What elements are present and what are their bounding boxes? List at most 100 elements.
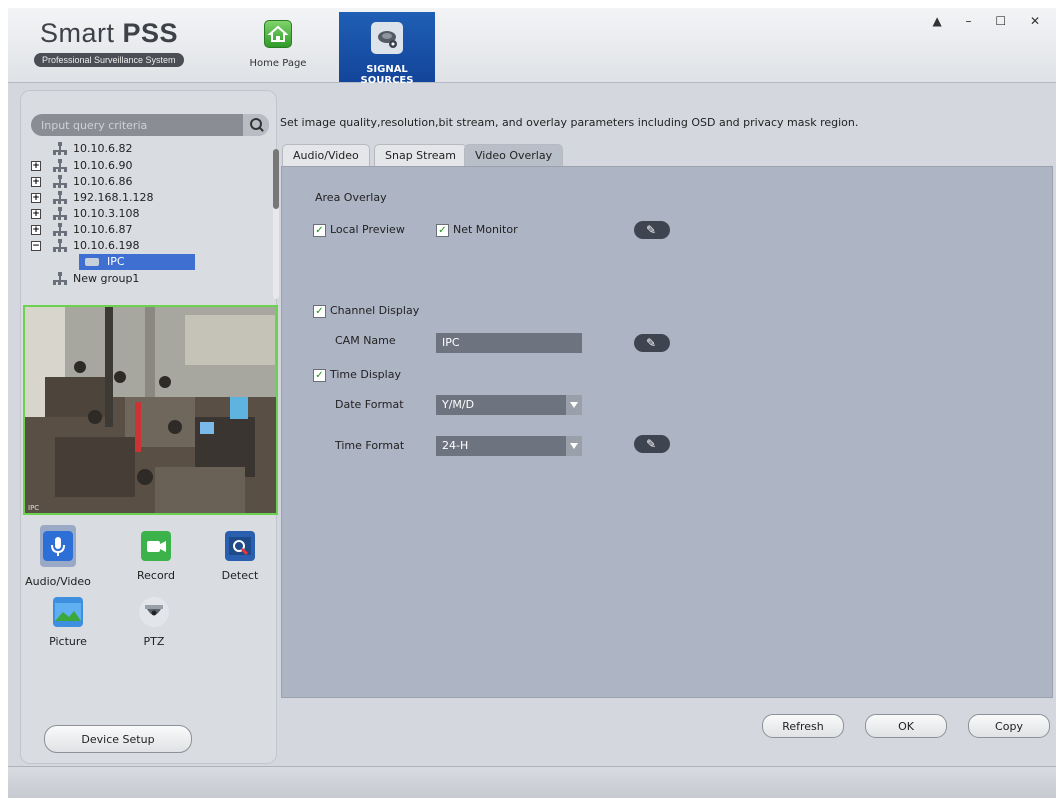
- video-preview[interactable]: IPC: [23, 305, 278, 515]
- network-icon: [53, 142, 67, 156]
- preview-channel-label: IPC: [28, 504, 40, 512]
- time-edit-button[interactable]: [634, 435, 670, 453]
- chevron-down-icon[interactable]: [566, 436, 582, 456]
- tree-item-selected[interactable]: IPC: [31, 254, 261, 270]
- video-camera-icon: [141, 531, 171, 561]
- net-monitor-label: Net Monitor: [453, 223, 518, 236]
- function-ptz[interactable]: PTZ: [119, 597, 189, 648]
- ipc-camera-icon: [85, 258, 99, 266]
- network-icon: [53, 239, 67, 253]
- tree-item[interactable]: New group1: [31, 271, 261, 287]
- function-label: Audio/Video: [25, 575, 91, 588]
- function-label: PTZ: [143, 635, 165, 648]
- tree-scrollbar[interactable]: [273, 149, 279, 299]
- tree-item[interactable]: 10.10.6.82: [31, 141, 261, 157]
- network-icon: [53, 175, 67, 189]
- time-format-value: 24-H: [442, 439, 469, 452]
- tree-item[interactable]: + 10.10.6.90: [31, 158, 261, 174]
- area-overlay-edit-button[interactable]: [634, 221, 670, 239]
- preview-image: [25, 307, 276, 513]
- camera-icon: [371, 22, 403, 54]
- tree-item-label: 10.10.6.90: [73, 159, 133, 172]
- local-preview-label: Local Preview: [330, 223, 405, 236]
- channel-display-label: Channel Display: [330, 304, 420, 317]
- refresh-button[interactable]: Refresh: [762, 714, 844, 738]
- tree-item-label: 10.10.6.198: [73, 239, 140, 252]
- tree-item-label: 10.10.6.86: [73, 175, 133, 188]
- header: Smart PSS Professional Surveillance Syst…: [8, 8, 1056, 86]
- tree-item-label: 192.168.1.128: [73, 191, 154, 204]
- tab-video-overlay[interactable]: Video Overlay: [464, 144, 564, 167]
- time-display-label: Time Display: [330, 368, 401, 381]
- time-format-label: Time Format: [335, 439, 405, 452]
- date-format-value: Y/M/D: [442, 398, 475, 411]
- network-icon: [53, 223, 67, 237]
- function-label: Picture: [49, 635, 87, 648]
- tree-item[interactable]: + 192.168.1.128: [31, 190, 261, 206]
- tree-item[interactable]: + 10.10.3.108: [31, 206, 261, 222]
- nav-home-page[interactable]: Home Page: [244, 12, 312, 82]
- cam-name-field[interactable]: IPC: [436, 333, 582, 353]
- picture-icon: [53, 597, 83, 627]
- cam-name-label: CAM Name: [335, 334, 396, 347]
- tab-snap-stream[interactable]: Snap Stream: [374, 144, 467, 167]
- tree-item-label: 10.10.3.108: [73, 207, 140, 220]
- expand-icon[interactable]: +: [31, 193, 41, 203]
- app-window: Smart PSS Professional Surveillance Syst…: [8, 8, 1056, 798]
- cam-name-edit-button[interactable]: [634, 334, 670, 352]
- tree-item-label: 10.10.6.82: [73, 142, 133, 155]
- function-label: Detect: [221, 569, 259, 582]
- date-format-label: Date Format: [335, 398, 404, 411]
- chevron-down-icon[interactable]: [566, 395, 582, 415]
- function-audio-video[interactable]: Audio/Video: [23, 525, 93, 588]
- page-description: Set image quality,resolution,bit stream,…: [280, 116, 859, 129]
- network-icon: [53, 272, 67, 286]
- status-bar: [8, 766, 1056, 798]
- tree-item-label: New group1: [73, 272, 140, 285]
- device-tree: 10.10.6.82 + 10.10.6.90 + 10.10.6.86 + 1…: [31, 141, 269, 291]
- area-overlay-title: Area Overlay: [315, 191, 387, 204]
- ptz-dome-icon: [139, 597, 169, 627]
- search-input[interactable]: [41, 117, 241, 133]
- function-active-highlight: [40, 525, 76, 567]
- tree-item[interactable]: − 10.10.6.198: [31, 238, 261, 254]
- function-record[interactable]: Record: [121, 531, 191, 582]
- time-format-select[interactable]: 24-H: [436, 436, 582, 456]
- time-display-checkbox[interactable]: ✓: [313, 369, 326, 382]
- function-detect[interactable]: Detect: [205, 531, 275, 582]
- nav-signal-label: SIGNAL SOURCES: [360, 64, 414, 86]
- device-setup-button[interactable]: Device Setup: [44, 725, 192, 753]
- sidebar: 10.10.6.82 + 10.10.6.90 + 10.10.6.86 + 1…: [20, 90, 279, 764]
- copy-button[interactable]: Copy: [968, 714, 1050, 738]
- ok-button[interactable]: OK: [865, 714, 947, 738]
- network-icon: [53, 207, 67, 221]
- home-icon: [264, 20, 292, 48]
- tree-item[interactable]: + 10.10.6.87: [31, 222, 261, 238]
- detect-icon: [225, 531, 255, 561]
- app-subtitle: Professional Surveillance System: [34, 53, 184, 67]
- collapse-icon[interactable]: −: [31, 241, 41, 251]
- nav-signal-sources[interactable]: SIGNAL SOURCES: [339, 12, 435, 86]
- microphone-icon: [43, 531, 73, 561]
- nav-home-label: Home Page: [249, 58, 307, 69]
- expand-icon[interactable]: +: [31, 161, 41, 171]
- tree-item-label: 10.10.6.87: [73, 223, 133, 236]
- tab-audio-video[interactable]: Audio/Video: [282, 144, 370, 167]
- network-icon: [53, 159, 67, 173]
- video-overlay-panel: Area Overlay ✓ Local Preview ✓ Net Monit…: [281, 166, 1053, 698]
- function-picture[interactable]: Picture: [33, 597, 103, 648]
- net-monitor-checkbox[interactable]: ✓: [436, 224, 449, 237]
- tree-item[interactable]: + 10.10.6.86: [31, 174, 261, 190]
- date-format-select[interactable]: Y/M/D: [436, 395, 582, 415]
- search-box: [31, 114, 269, 136]
- function-label: Record: [136, 569, 175, 582]
- local-preview-checkbox[interactable]: ✓: [313, 224, 326, 237]
- expand-icon[interactable]: +: [31, 177, 41, 187]
- expand-icon[interactable]: +: [31, 209, 41, 219]
- network-icon: [53, 191, 67, 205]
- window-controls[interactable]: ▲ – ☐ ✕: [933, 14, 1050, 28]
- search-icon[interactable]: [243, 114, 269, 136]
- channel-display-checkbox[interactable]: ✓: [313, 305, 326, 318]
- expand-icon[interactable]: +: [31, 225, 41, 235]
- app-logo: Smart PSS: [40, 18, 179, 48]
